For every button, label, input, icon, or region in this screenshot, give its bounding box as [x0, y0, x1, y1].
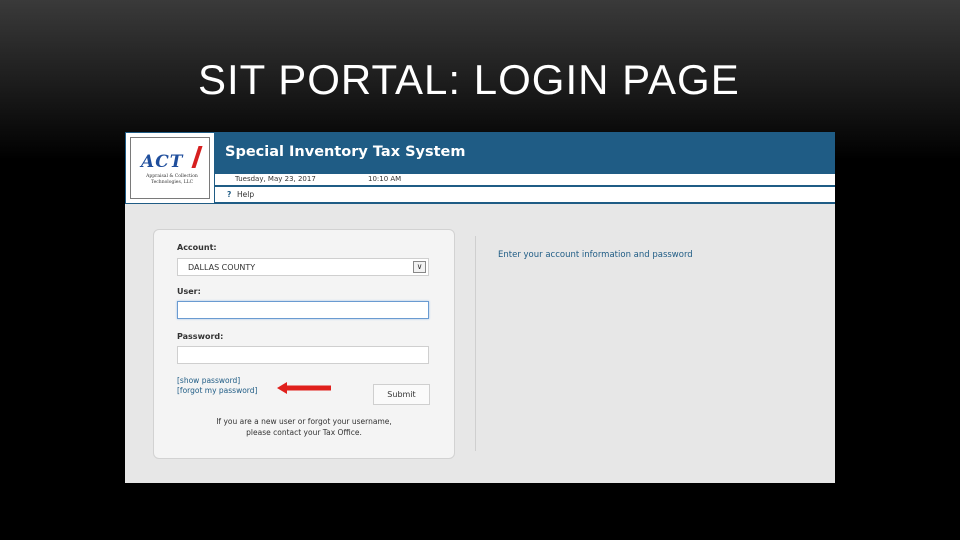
help-note-line-2: please contact your Tax Office. [246, 428, 362, 437]
help-link[interactable]: Help [237, 190, 254, 199]
account-label: Account: [177, 243, 217, 252]
logo-frame: ACT Appraisal & Collection Technologies,… [130, 137, 210, 199]
show-password-link[interactable]: [show password] [177, 376, 240, 385]
date-bar: Tuesday, May 23, 2017 10:10 AM [215, 174, 835, 185]
divider [475, 236, 476, 451]
system-title: Special Inventory Tax System [225, 144, 466, 160]
red-arrow-icon [277, 382, 331, 394]
help-icon[interactable]: ? [227, 190, 231, 199]
help-bar: ? Help [215, 187, 835, 202]
login-screenshot: ACT Appraisal & Collection Technologies,… [125, 132, 835, 483]
account-select[interactable]: DALLAS COUNTY ∨ [177, 258, 429, 276]
current-date: Tuesday, May 23, 2017 [235, 175, 316, 183]
current-time: 10:10 AM [368, 175, 402, 183]
logo-mark-icon [191, 146, 203, 168]
password-label: Password: [177, 332, 224, 341]
slide-title: SIT PORTAL: LOGIN PAGE [198, 56, 740, 103]
help-note-line-1: If you are a new user or forgot your use… [216, 417, 392, 426]
app-header: Special Inventory Tax System Tuesday, Ma… [215, 132, 835, 204]
help-note: If you are a new user or forgot your use… [154, 416, 454, 438]
user-label: User: [177, 287, 201, 296]
submit-button[interactable]: Submit [373, 384, 430, 405]
password-input[interactable] [177, 346, 429, 364]
user-input[interactable] [177, 301, 429, 319]
chevron-down-icon[interactable]: ∨ [413, 261, 426, 273]
login-form: Account: DALLAS COUNTY ∨ User: Password:… [153, 229, 455, 459]
account-selected-value: DALLAS COUNTY [188, 263, 256, 272]
logo-text: ACT [141, 152, 184, 172]
instruction-text: Enter your account information and passw… [498, 250, 693, 260]
logo: ACT Appraisal & Collection Technologies,… [125, 132, 215, 204]
logo-subtitle: Appraisal & Collection Technologies, LLC [146, 174, 198, 185]
forgot-password-link[interactable]: [forgot my password] [177, 386, 257, 395]
